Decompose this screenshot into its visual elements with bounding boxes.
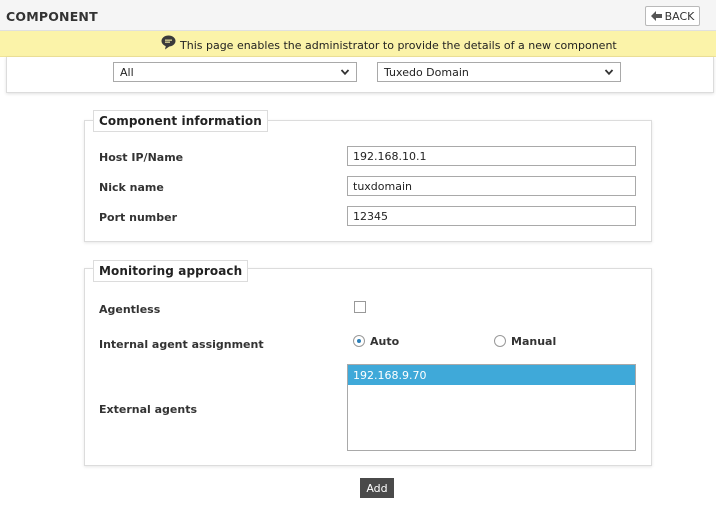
- host-input[interactable]: 192.168.10.1: [347, 146, 636, 166]
- agentless-checkbox[interactable]: [354, 301, 366, 313]
- component-type-select[interactable]: Tuxedo Domain: [377, 62, 621, 82]
- nickname-input[interactable]: tuxdomain: [347, 176, 636, 196]
- component-info-legend: Component information: [93, 110, 268, 132]
- nickname-label: Nick name: [99, 181, 164, 194]
- monitoring-legend: Monitoring approach: [93, 260, 249, 282]
- external-agents-list[interactable]: 192.168.9.70: [347, 364, 636, 451]
- info-banner: This page enables the administrator to p…: [0, 31, 716, 57]
- port-input-value: 12345: [353, 209, 388, 223]
- category-select[interactable]: All: [113, 62, 357, 82]
- back-button-label: BACK: [664, 9, 695, 23]
- speech-bubble-icon: [161, 35, 176, 50]
- internal-agent-label: Internal agent assignment: [99, 338, 264, 351]
- category-select-value: All: [120, 65, 134, 79]
- banner-text: This page enables the administrator to p…: [180, 39, 617, 52]
- back-arrow-icon: [650, 11, 662, 21]
- page-header: COMPONENT BACK: [0, 0, 716, 31]
- auto-radio-label: Auto: [370, 335, 400, 348]
- component-type-select-value: Tuxedo Domain: [384, 65, 469, 79]
- host-label: Host IP/Name: [99, 151, 184, 164]
- chevron-down-icon: [604, 69, 614, 76]
- external-agents-label: External agents: [99, 403, 198, 416]
- nickname-input-value: tuxdomain: [353, 179, 412, 193]
- chevron-down-icon: [340, 69, 350, 76]
- host-input-value: 192.168.10.1: [353, 149, 427, 163]
- page-title: COMPONENT: [6, 9, 98, 24]
- list-item[interactable]: 192.168.9.70: [348, 365, 635, 385]
- manual-radio-label: Manual: [511, 335, 557, 348]
- port-label: Port number: [99, 211, 178, 224]
- add-button[interactable]: Add: [360, 478, 394, 498]
- agentless-label: Agentless: [99, 303, 161, 316]
- manual-radio[interactable]: [494, 335, 506, 347]
- port-input[interactable]: 12345: [347, 206, 636, 226]
- back-button[interactable]: BACK: [645, 6, 700, 26]
- auto-radio[interactable]: [353, 335, 365, 347]
